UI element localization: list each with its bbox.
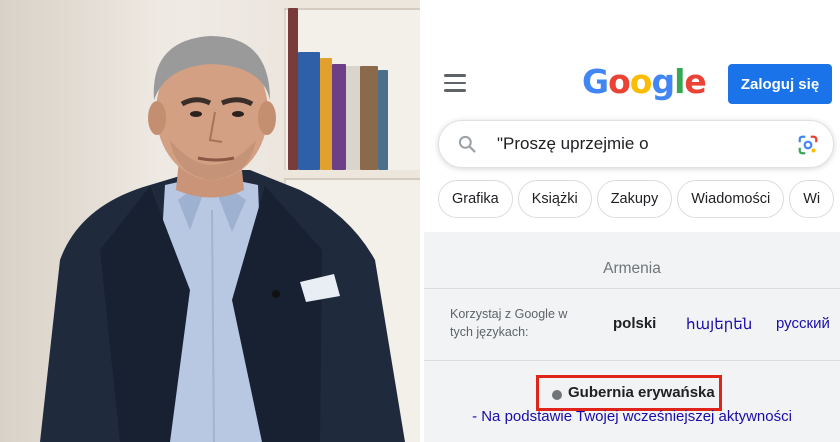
location-name: Gubernia erywańska (568, 384, 715, 401)
language-armenian-link[interactable]: հայերեն (686, 315, 752, 333)
footer-divider (424, 360, 840, 361)
languages-label: Korzystaj z Google w tych językach: (450, 307, 568, 339)
chip-books[interactable]: Książki (517, 180, 592, 218)
hamburger-menu-icon[interactable] (444, 74, 466, 92)
google-mobile-page: Google Zaloguj się "Proszę uprzejmie o G… (424, 0, 840, 442)
location-source-link[interactable]: - Na podstawie Twojej wcześniejszej akty… (424, 408, 840, 425)
person-figure (40, 36, 405, 442)
location-dot-icon (552, 390, 562, 400)
footer-divider (424, 288, 840, 289)
search-query[interactable]: "Proszę uprzejmie o (497, 134, 649, 154)
google-lens-icon[interactable] (797, 134, 819, 156)
search-bar[interactable]: "Proszę uprzejmie o (438, 120, 834, 168)
chip-shopping[interactable]: Zakupy (596, 180, 673, 218)
search-filter-chips: Grafika Książki Zakupy Wiadomości Wi (438, 180, 839, 220)
sign-in-button[interactable]: Zaloguj się (728, 64, 832, 104)
search-icon (458, 135, 476, 153)
country-label: Armenia (603, 260, 661, 277)
language-polish: polski (613, 315, 657, 332)
chip-truncated[interactable]: Wi (789, 180, 835, 218)
language-russian-link[interactable]: русский (776, 315, 830, 332)
chip-news[interactable]: Wiadomości (677, 180, 785, 218)
google-logo[interactable]: Google (582, 62, 707, 101)
portrait-photo (0, 0, 420, 442)
chip-images[interactable]: Grafika (438, 180, 513, 218)
footer-area: Armenia Korzystaj z Google w tych języka… (424, 232, 840, 442)
